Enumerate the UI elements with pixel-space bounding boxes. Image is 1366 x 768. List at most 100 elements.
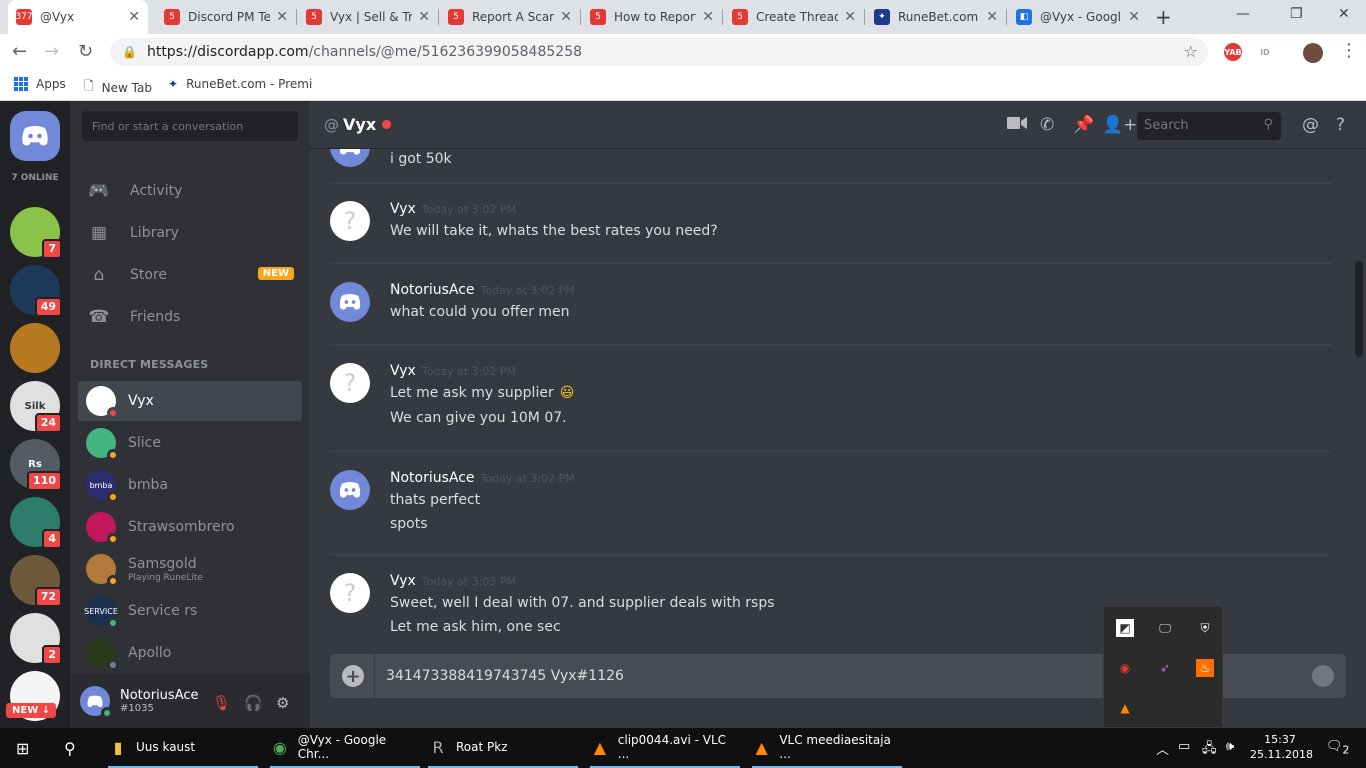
server-icon[interactable]: 49 xyxy=(10,265,62,317)
server-icon[interactable]: 7 xyxy=(10,207,62,259)
bookmark-new-tab[interactable]: 🗋 New Tab xyxy=(84,77,152,98)
avatar[interactable]: ? xyxy=(330,201,370,241)
scrollbar[interactable] xyxy=(1355,261,1363,357)
browser-tab[interactable]: 5 Discord PM Te ✕ xyxy=(156,0,296,34)
browser-tab[interactable]: 5 Create Thread ✕ xyxy=(724,0,864,34)
server-icon[interactable] xyxy=(10,323,60,373)
server-icon[interactable]: Rs 110 xyxy=(10,439,62,491)
address-bar[interactable]: 🔒 https://discordapp.com/channels/@me/51… xyxy=(110,38,1208,66)
tray-yab-icon[interactable]: ◉ xyxy=(1116,659,1134,677)
tab-close-icon[interactable]: ✕ xyxy=(418,9,430,25)
dm-item-vyx[interactable]: Vyx xyxy=(78,381,302,421)
profile-avatar[interactable] xyxy=(1303,43,1323,63)
video-call-icon[interactable] xyxy=(1007,115,1027,135)
message-author[interactable]: NotoriusAce Today at 3:02 PM xyxy=(390,282,575,298)
server-icon[interactable]: 2 xyxy=(10,613,62,665)
dm-item-apollo[interactable]: Apollo xyxy=(78,633,302,673)
nav-friends[interactable]: ☎ Friends xyxy=(78,299,302,335)
message-author[interactable]: Vyx Today at 3:02 PM xyxy=(390,363,516,379)
add-friend-icon[interactable]: 👤+ xyxy=(1102,115,1137,135)
discord-home-button[interactable] xyxy=(10,111,60,161)
forward-icon[interactable]: → xyxy=(44,41,59,62)
tray-security-icon[interactable]: ⛨ xyxy=(1196,619,1214,637)
network-icon[interactable]: 🖧 xyxy=(1202,739,1217,761)
close-window-button[interactable]: ✕ xyxy=(1338,6,1350,22)
avatar[interactable] xyxy=(80,686,113,719)
pinned-messages-icon[interactable]: 📌 xyxy=(1073,115,1094,135)
tab-close-icon[interactable]: ✕ xyxy=(844,9,856,25)
help-icon[interactable]: ? xyxy=(1336,115,1345,135)
author-name[interactable]: Vyx xyxy=(390,573,416,589)
browser-tab[interactable]: 5 How to Report ✕ xyxy=(582,0,722,34)
restore-window-button[interactable]: ❐ xyxy=(1290,6,1303,22)
taskbar-item[interactable]: ▲ VLC meediaesitaja ... xyxy=(752,728,902,768)
browser-tab[interactable]: ◧ @Vyx - Googl ✕ xyxy=(1008,0,1148,34)
new-tab-button[interactable]: + xyxy=(1155,5,1172,29)
search-icon[interactable]: ⚲ xyxy=(64,728,76,768)
nav-store[interactable]: ⌂ Store NEW xyxy=(78,257,302,293)
message-author[interactable]: Vyx Today at 3:03 PM xyxy=(390,573,516,589)
back-icon[interactable]: ← xyxy=(12,41,27,62)
menu-icon[interactable]: ⋮ xyxy=(1340,40,1358,61)
show-hidden-icons-chevron-icon[interactable]: ︿ xyxy=(1156,739,1169,758)
taskbar-item[interactable]: ◉ @Vyx - Google Chr... xyxy=(270,728,420,768)
tab-close-icon[interactable]: ✕ xyxy=(560,9,572,25)
dm-item-strawsombrero[interactable]: Strawsombrero xyxy=(78,507,302,547)
taskbar-clock[interactable]: 15:37 25.11.2018 xyxy=(1250,732,1313,762)
dm-item-slice[interactable]: Slice xyxy=(78,423,302,463)
server-icon[interactable]: 4 xyxy=(10,497,62,549)
nav-activity[interactable]: 🎮 Activity xyxy=(78,173,302,209)
tray-display-icon[interactable]: 🖵 xyxy=(1156,619,1174,637)
server-icon[interactable]: Silk 24 xyxy=(10,381,62,433)
taskbar-item[interactable]: R Roat Pkz xyxy=(428,728,578,768)
yab-extension-icon[interactable]: YAB xyxy=(1224,43,1242,61)
tab-close-icon[interactable]: ✕ xyxy=(1128,9,1140,25)
minimize-window-button[interactable]: — xyxy=(1236,6,1250,22)
avatar[interactable] xyxy=(330,470,370,510)
taskbar-item[interactable]: ▲ clip0044.avi - VLC ... xyxy=(590,728,740,768)
message-author[interactable]: Vyx Today at 3:02 PM xyxy=(390,201,516,217)
browser-tab[interactable]: 5 Vyx | Sell & Tra ✕ xyxy=(298,0,438,34)
mute-microphone-icon[interactable]: 🎙 xyxy=(212,694,231,712)
bookmark-apps[interactable]: Apps xyxy=(14,77,66,91)
author-name[interactable]: Vyx xyxy=(390,363,416,379)
action-center-icon[interactable]: 🗨2 xyxy=(1326,739,1349,757)
windows-start-icon[interactable]: ⊞ xyxy=(16,728,29,768)
browser-tab[interactable]: 5 Report A Scam ✕ xyxy=(440,0,580,34)
avatar[interactable] xyxy=(330,282,370,322)
settings-gear-icon[interactable]: ⚙ xyxy=(276,694,289,712)
tab-close-icon[interactable]: ✕ xyxy=(986,9,998,25)
voice-call-icon[interactable]: ✆ xyxy=(1040,115,1054,135)
tray-java-icon[interactable]: ♨ xyxy=(1196,659,1214,677)
browser-tab[interactable]: ✦ RuneBet.com - ✕ xyxy=(866,0,1006,34)
emoji-picker-icon[interactable] xyxy=(1312,665,1334,687)
dm-item-service-rs[interactable]: SERVICE Service rs xyxy=(78,591,302,631)
id-extension-icon[interactable]: iD xyxy=(1256,43,1274,61)
nav-library[interactable]: ▦ Library xyxy=(78,215,302,251)
dm-item-samsgold[interactable]: Samsgold Playing RuneLite xyxy=(78,549,302,589)
message-author[interactable]: NotoriusAce Today at 3:02 PM xyxy=(390,470,575,486)
tray-feather-icon[interactable]: ➶ xyxy=(1156,659,1174,677)
avatar[interactable]: ? xyxy=(330,573,370,613)
mention-icon[interactable]: @ xyxy=(1302,115,1319,135)
reload-icon[interactable]: ↻ xyxy=(78,41,93,62)
avatar[interactable]: ? xyxy=(330,363,370,403)
tray-app-icon[interactable]: ◩ xyxy=(1116,619,1134,637)
bookmark-runebet[interactable]: ✦ RuneBet.com - Premi xyxy=(168,77,312,91)
new-unreads-badge[interactable]: NEW ↓ xyxy=(6,703,57,718)
bookmark-star-icon[interactable]: ☆ xyxy=(1184,42,1198,61)
browser-tab[interactable]: 377 @Vyx ✕ xyxy=(8,0,148,34)
avatar[interactable] xyxy=(330,149,370,167)
tab-close-icon[interactable]: ✕ xyxy=(276,9,288,25)
tray-vlc-icon[interactable]: ▲ xyxy=(1116,699,1134,717)
chat-search-input[interactable]: Search ⚲ xyxy=(1137,112,1281,140)
upload-plus-icon[interactable]: + xyxy=(342,665,364,687)
dm-item-bmba[interactable]: bmba bmba xyxy=(78,465,302,505)
battery-icon[interactable]: ▭ xyxy=(1178,739,1190,754)
author-name[interactable]: NotoriusAce xyxy=(390,470,475,486)
headphones-icon[interactable]: 🎧 xyxy=(244,694,263,712)
volume-icon[interactable]: 🕪 xyxy=(1226,739,1234,754)
author-name[interactable]: Vyx xyxy=(390,201,416,217)
taskbar-item[interactable]: ▮ Uus kaust xyxy=(108,728,258,768)
find-conversation-input[interactable]: Find or start a conversation xyxy=(82,111,298,141)
